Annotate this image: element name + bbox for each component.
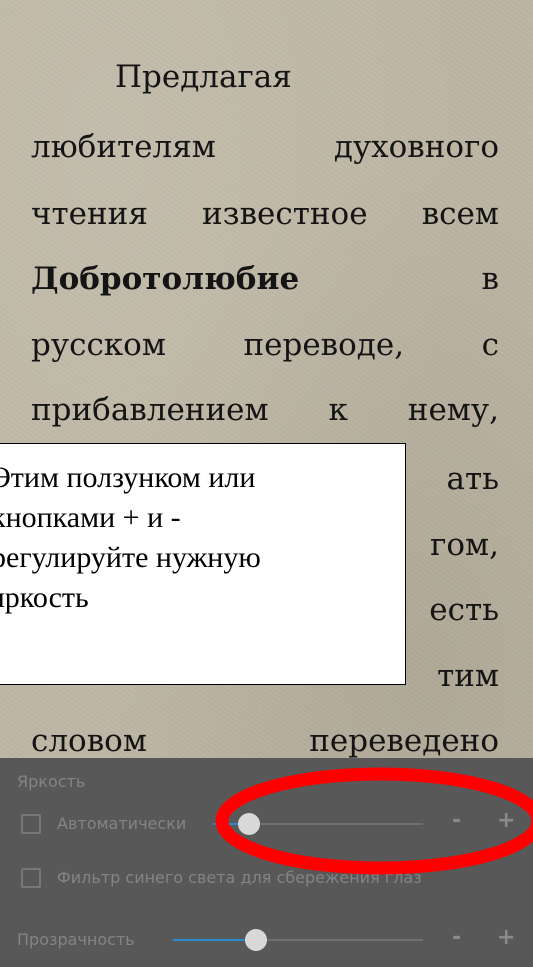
brightness-slider[interactable] (213, 813, 423, 835)
word: гом, (430, 527, 499, 563)
slider-thumb[interactable] (238, 813, 260, 835)
transparency-decrease-button[interactable]: - (452, 926, 461, 950)
text-line: Предлагая (31, 57, 499, 97)
text-line: чтения известное всем (31, 194, 499, 234)
callout-line: кнопками + и - (0, 501, 181, 534)
blue-filter-label: Фильтр синего света для сбережения глаз (57, 868, 422, 887)
word: нему, (407, 392, 499, 428)
slider-track-fill (173, 939, 256, 941)
callout-line: регулируйте нужную (0, 541, 261, 574)
brightness-row: Автоматически - + (0, 808, 533, 844)
word: переводе, (243, 327, 405, 363)
word: ать (446, 461, 499, 497)
transparency-row: Прозрачность - + (0, 926, 533, 964)
callout-line: яркость (0, 581, 89, 614)
word: духовного (333, 129, 499, 165)
word: русском (31, 327, 166, 363)
word: чтения (31, 196, 148, 232)
auto-brightness-label: Автоматически (57, 814, 187, 833)
slider-track (267, 939, 423, 941)
word: к (328, 392, 348, 428)
text-line: прибавлением к нему, (31, 390, 499, 430)
blue-filter-row: Фильтр синего света для сбережения глаз (0, 862, 533, 898)
slider-track (260, 823, 423, 825)
tutorial-callout: Этим ползунком или кнопками + и - регули… (0, 443, 406, 685)
brightness-title: Яркость (17, 772, 86, 791)
word: всем (421, 196, 499, 232)
blue-filter-checkbox[interactable] (21, 868, 41, 888)
word: прибавлением (31, 392, 269, 428)
word-bold: Добротолюбие (31, 261, 300, 297)
text-line: любителям духовного (31, 127, 499, 167)
text-line: Добротолюбие в (31, 259, 499, 299)
auto-brightness-checkbox[interactable] (21, 814, 41, 834)
word: известное (202, 196, 368, 232)
transparency-increase-button[interactable]: + (497, 926, 515, 950)
brightness-decrease-button[interactable]: - (452, 809, 461, 833)
word: любителям (31, 129, 216, 165)
brightness-panel: Яркость Автоматически - + Фильтр синего … (0, 758, 533, 967)
transparency-label: Прозрачность (17, 930, 135, 949)
word: тим (437, 658, 499, 694)
callout-line: Этим ползунком или (0, 461, 256, 494)
word: переведено (309, 723, 499, 759)
word: словом (31, 723, 147, 759)
word: с (481, 327, 499, 363)
text-line: русском переводе, с (31, 325, 499, 365)
word: Предлагая (115, 59, 292, 95)
word: в (481, 261, 499, 297)
slider-thumb[interactable] (245, 929, 267, 951)
transparency-slider[interactable] (173, 929, 423, 951)
word: есть (429, 592, 499, 628)
text-line: словом переведено (31, 721, 499, 761)
brightness-increase-button[interactable]: + (497, 809, 515, 833)
